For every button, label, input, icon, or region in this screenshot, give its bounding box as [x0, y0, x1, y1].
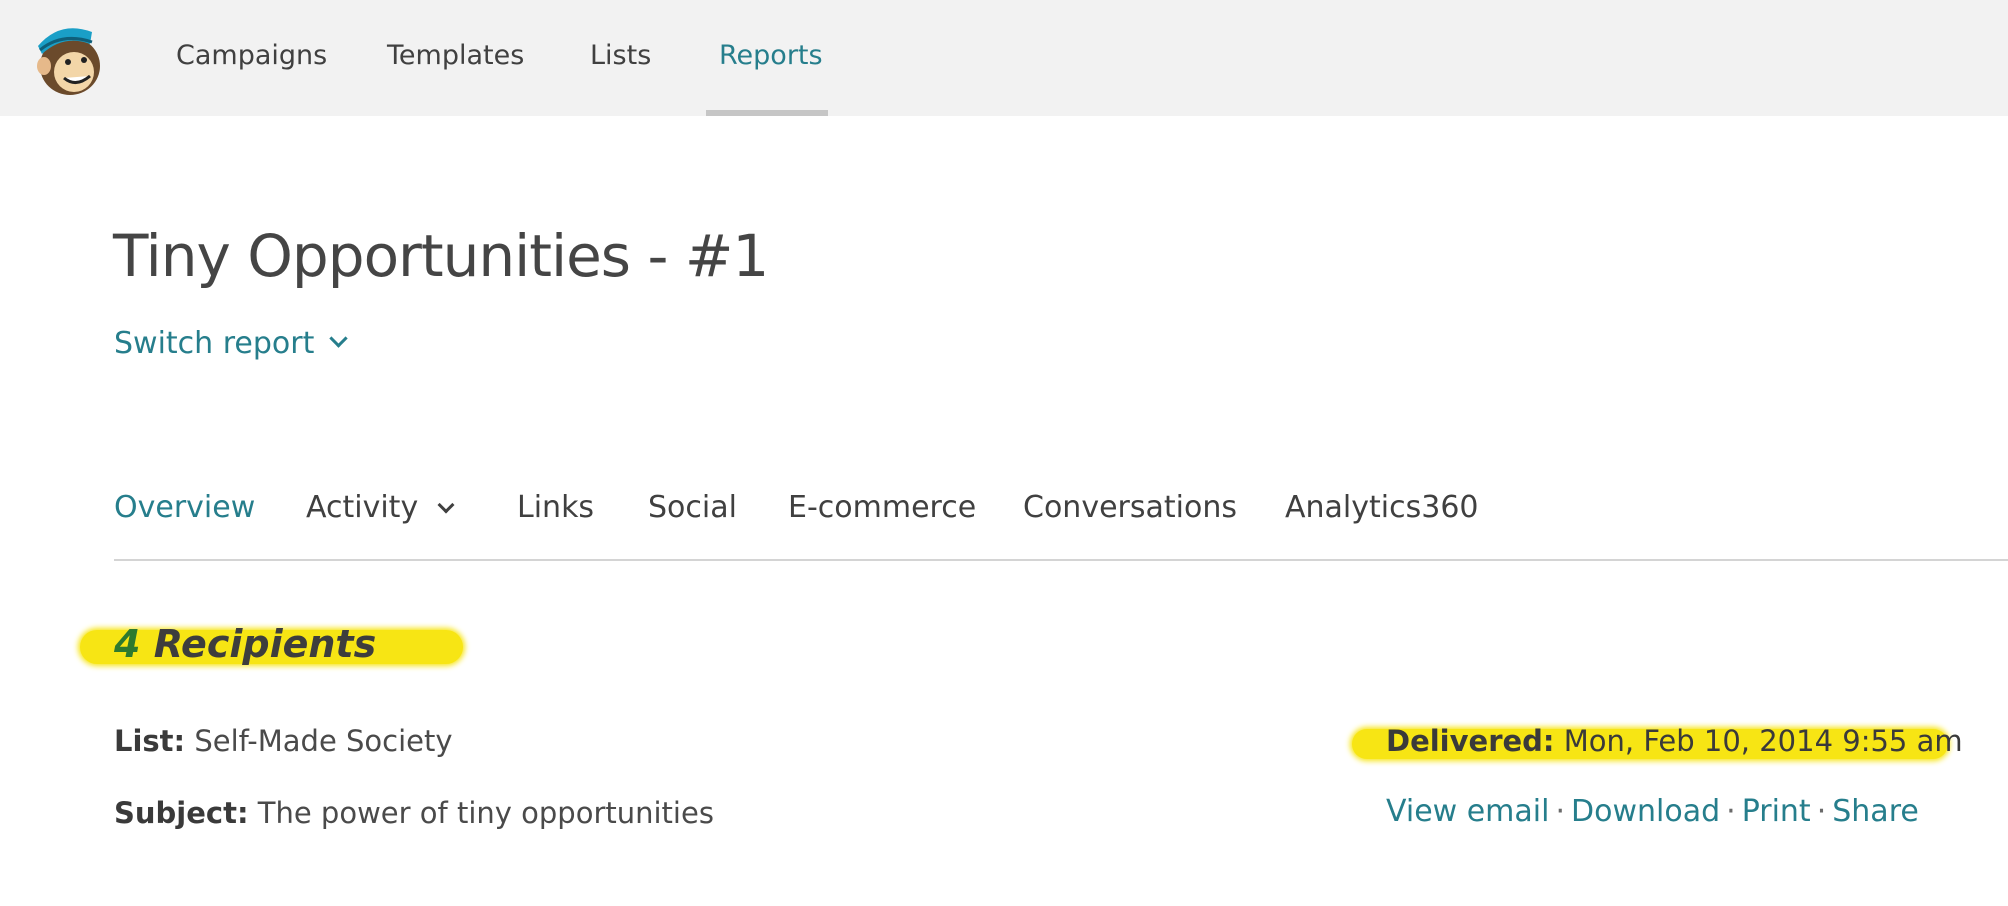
print-link[interactable]: Print [1742, 794, 1811, 829]
nav-reports[interactable]: Reports [719, 0, 823, 112]
nav-templates[interactable]: Templates [387, 0, 524, 112]
view-email-link[interactable]: View email [1386, 794, 1549, 829]
recipients-number: 4 [114, 622, 141, 666]
active-nav-indicator [706, 110, 828, 116]
recipients-count: 4 Recipients [114, 622, 376, 666]
tab-activity[interactable]: Activity [306, 490, 455, 525]
switch-report-dropdown[interactable]: Switch report [114, 326, 349, 361]
subject-value: The power of tiny opportunities [257, 796, 714, 830]
freddie-logo-icon[interactable] [30, 20, 106, 98]
chevron-down-icon [329, 329, 349, 348]
tab-links[interactable]: Links [517, 490, 594, 525]
tab-overview[interactable]: Overview [114, 490, 255, 525]
tab-conversations[interactable]: Conversations [1023, 490, 1237, 525]
page-title: Tiny Opportunities - #1 [113, 222, 769, 290]
list-info: List: Self-Made Society [114, 724, 453, 758]
share-link[interactable]: Share [1832, 794, 1919, 829]
tabs-divider [114, 559, 2008, 561]
separator: · [1816, 794, 1827, 829]
tab-activity-label: Activity [306, 490, 419, 525]
subject-info: Subject: The power of tiny opportunities [114, 796, 714, 830]
tab-ecommerce[interactable]: E-commerce [788, 490, 976, 525]
report-actions: View email · Download · Print · Share [1386, 794, 1919, 829]
chevron-down-icon [437, 496, 455, 514]
delivered-label: Delivered: [1386, 724, 1555, 758]
list-label: List: [114, 724, 186, 758]
subject-label: Subject: [114, 796, 249, 830]
download-link[interactable]: Download [1571, 794, 1720, 829]
switch-report-label: Switch report [114, 326, 315, 361]
tab-analytics360[interactable]: Analytics360 [1285, 490, 1479, 525]
nav-campaigns[interactable]: Campaigns [176, 0, 327, 112]
list-value: Self-Made Society [194, 724, 453, 758]
recipients-label: Recipients [153, 622, 377, 666]
delivered-info: Delivered: Mon, Feb 10, 2014 9:55 am [1386, 724, 1963, 758]
separator: · [1555, 794, 1566, 829]
delivered-value: Mon, Feb 10, 2014 9:55 am [1563, 724, 1963, 758]
top-navigation-bar: Campaigns Templates Lists Reports [0, 0, 2008, 116]
separator: · [1726, 794, 1736, 829]
nav-lists[interactable]: Lists [590, 0, 651, 112]
tab-social[interactable]: Social [648, 490, 737, 525]
